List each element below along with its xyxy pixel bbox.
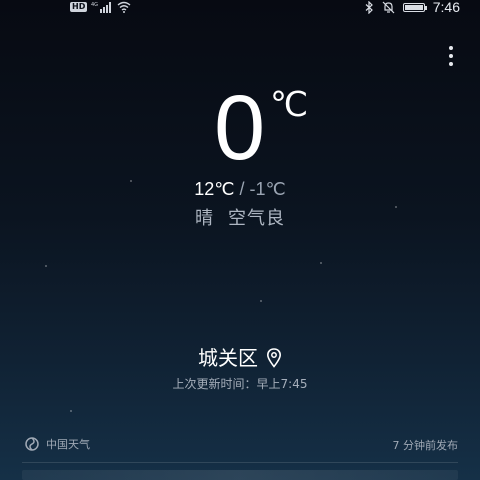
last-update-time: 上次更新时间：早上7:45 bbox=[172, 377, 308, 391]
more-options-button[interactable] bbox=[442, 42, 460, 70]
status-left-group: HD 4G bbox=[70, 0, 131, 14]
signal-icon: 4G bbox=[91, 2, 112, 13]
network-type-label: 4G bbox=[91, 2, 98, 8]
wifi-icon bbox=[117, 1, 131, 13]
more-vertical-icon-dot bbox=[449, 54, 453, 58]
weather-conditions: 晴空气良 bbox=[0, 208, 480, 230]
notifications-muted-icon bbox=[382, 1, 395, 13]
more-vertical-icon-dot bbox=[449, 62, 453, 66]
source-name: 中国天气 bbox=[46, 438, 90, 451]
background-star bbox=[45, 265, 47, 267]
temperature-range: 12℃ / -1℃ bbox=[0, 178, 480, 200]
location-name: 城关区 bbox=[198, 346, 258, 370]
battery-level bbox=[404, 4, 423, 10]
range-separator: / bbox=[239, 179, 245, 199]
air-quality-text: 空气良 bbox=[228, 208, 285, 229]
low-temp: -1℃ bbox=[249, 179, 286, 199]
current-temp-value: 0 bbox=[214, 77, 266, 179]
location-pin-icon bbox=[266, 348, 282, 368]
more-vertical-icon-dot bbox=[449, 46, 453, 50]
condition-text: 晴 bbox=[195, 208, 214, 229]
divider bbox=[22, 462, 458, 463]
background-star bbox=[320, 262, 322, 264]
hd-badge: HD bbox=[70, 2, 88, 12]
temp-unit: ℃ bbox=[270, 86, 309, 124]
status-bar: HD 4G 7:46 bbox=[0, 0, 480, 14]
status-right-group: 7:46 bbox=[365, 0, 460, 14]
china-weather-logo-icon bbox=[25, 437, 39, 451]
background-star bbox=[260, 300, 262, 302]
bluetooth-icon bbox=[365, 0, 373, 14]
forecast-strip-partial bbox=[22, 470, 458, 480]
data-source[interactable]: 中国天气 bbox=[24, 436, 90, 452]
background-star bbox=[70, 410, 72, 412]
publish-time: 7 分钟前发布 bbox=[392, 439, 459, 452]
current-temperature: 0 ℃ bbox=[0, 77, 480, 179]
status-time: 7:46 bbox=[432, 0, 460, 15]
battery-icon bbox=[402, 2, 427, 12]
high-temp: 12℃ bbox=[194, 179, 235, 199]
location-selector[interactable]: 城关区 bbox=[0, 346, 480, 370]
